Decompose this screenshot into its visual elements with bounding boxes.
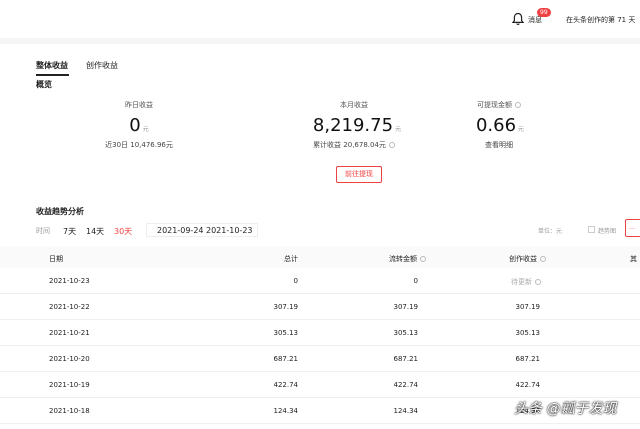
tab-overall-income[interactable]: 整体收益 xyxy=(36,60,68,71)
withdrawable-unit: 元 xyxy=(518,126,525,133)
row-date: 2021-10-22 xyxy=(49,303,90,311)
row-total: 422.74 xyxy=(273,381,299,389)
range-7-days[interactable]: 7天 xyxy=(63,226,76,237)
row-creation-income: 待更新 xyxy=(511,277,541,287)
month-income-value: 8,219.75 元 xyxy=(297,115,417,136)
table-row: 2021-10-23 0 0 待更新 xyxy=(0,268,640,294)
withdrawable-label: 可提现金额 xyxy=(444,100,554,110)
row-date: 2021-10-19 xyxy=(49,381,90,389)
active-tab-underline xyxy=(36,74,69,76)
trend-chart-label: 趋势图 xyxy=(598,228,617,235)
withdrawable-amount: 0.66 xyxy=(475,115,517,136)
info-icon[interactable] xyxy=(515,102,521,108)
info-icon[interactable] xyxy=(535,279,541,285)
time-label: 时间 xyxy=(36,227,50,235)
yesterday-income-label: 昨日收益 xyxy=(125,101,153,109)
start-date[interactable]: 2021-09-24 xyxy=(157,226,204,235)
table-row: 2021-10-21 305.13 305.13 305.13 xyxy=(0,320,640,346)
row-flow-amount: 305.13 xyxy=(393,329,419,337)
row-date: 2021-10-20 xyxy=(49,355,90,363)
creation-days-text: 在头条创作的第 71 天 xyxy=(566,16,636,24)
unit-label: 单位：元 xyxy=(538,228,563,235)
row-creation-income: 307.19 xyxy=(515,303,541,311)
table-header: 日期 总计 流转金额 创作收益 其 xyxy=(0,246,640,268)
yesterday-income-unit: 元 xyxy=(142,126,149,133)
row-date: 2021-10-18 xyxy=(49,407,90,415)
last-30-days-income: 近30日 10,476.96元 xyxy=(105,141,173,149)
trend-chart-checkbox[interactable] xyxy=(588,226,595,233)
table-row: 2021-10-19 422.74 422.74 422.74 xyxy=(0,372,640,398)
withdraw-button[interactable]: 前往提现 xyxy=(336,166,382,183)
column-total: 总计 xyxy=(284,255,298,263)
row-date: 2021-10-23 xyxy=(49,277,90,285)
column-flow-amount-label: 流转金额 xyxy=(389,255,417,263)
row-creation-income: 422.74 xyxy=(515,381,541,389)
row-flow-amount: 687.21 xyxy=(393,355,419,363)
row-flow-amount: 422.74 xyxy=(393,381,419,389)
yesterday-income-amount: 0 xyxy=(129,115,141,136)
month-income-unit: 元 xyxy=(395,126,402,133)
row-date: 2021-10-21 xyxy=(49,329,90,337)
info-icon[interactable] xyxy=(388,142,395,148)
column-flow-amount: 流转金额 xyxy=(389,254,426,264)
messages-link[interactable]: 消息 xyxy=(528,15,542,25)
overview-title: 概览 xyxy=(36,80,52,89)
column-date: 日期 xyxy=(49,255,63,263)
row-creation-income: 687.21 xyxy=(515,355,541,363)
row-total: 0 xyxy=(293,277,298,285)
row-creation-income-text: 待更新 xyxy=(511,278,532,286)
withdrawable-label-text: 可提现金额 xyxy=(477,101,512,109)
yesterday-income-value: 0元 xyxy=(79,115,199,136)
row-total: 687.21 xyxy=(273,355,299,363)
row-total: 307.19 xyxy=(273,303,299,311)
month-income-label: 本月收益 xyxy=(340,101,368,109)
range-30-days[interactable]: 30天 xyxy=(114,226,132,237)
watermark-text: 头条 @瓤于发现 xyxy=(514,401,617,417)
main-panel: 整体收益 创作收益 概览 昨日收益 0元 近30日 10,476.96元 本月收… xyxy=(0,44,640,429)
withdrawable-value: 0.66 元 xyxy=(440,115,560,136)
table-row: 2021-10-22 307.19 307.19 307.19 xyxy=(0,294,640,320)
row-total: 305.13 xyxy=(273,329,299,337)
column-other: 其 xyxy=(630,255,637,263)
info-icon[interactable] xyxy=(540,256,546,262)
trend-title: 收益趋势分析 xyxy=(36,207,84,216)
column-creation-income: 创作收益 xyxy=(509,254,546,264)
bell-icon[interactable] xyxy=(511,12,525,26)
column-creation-income-label: 创作收益 xyxy=(509,255,537,263)
table-row: 2021-10-20 687.21 687.21 687.21 xyxy=(0,346,640,372)
row-flow-amount: 0 xyxy=(413,277,418,285)
info-icon[interactable] xyxy=(420,256,426,262)
row-creation-income: 305.13 xyxy=(515,329,541,337)
range-14-days[interactable]: 14天 xyxy=(86,226,104,237)
cumulative-income-text: 累计收益 20,678.04元 xyxy=(313,141,386,149)
row-flow-amount: 307.19 xyxy=(393,303,419,311)
cumulative-income: 累计收益 20,678.04元 xyxy=(289,140,419,150)
tab-creation-income[interactable]: 创作收益 xyxy=(86,60,118,71)
top-bar: 99 消息 在头条创作的第 71 天 xyxy=(0,0,640,38)
month-income-amount: 8,219.75 xyxy=(312,115,394,136)
view-details-link[interactable]: 查看明细 xyxy=(434,140,564,150)
row-flow-amount: 124.34 xyxy=(393,407,419,415)
row-total: 124.34 xyxy=(273,407,299,415)
export-button-icon: … xyxy=(629,224,635,231)
end-date[interactable]: 2021-10-23 xyxy=(206,226,253,235)
